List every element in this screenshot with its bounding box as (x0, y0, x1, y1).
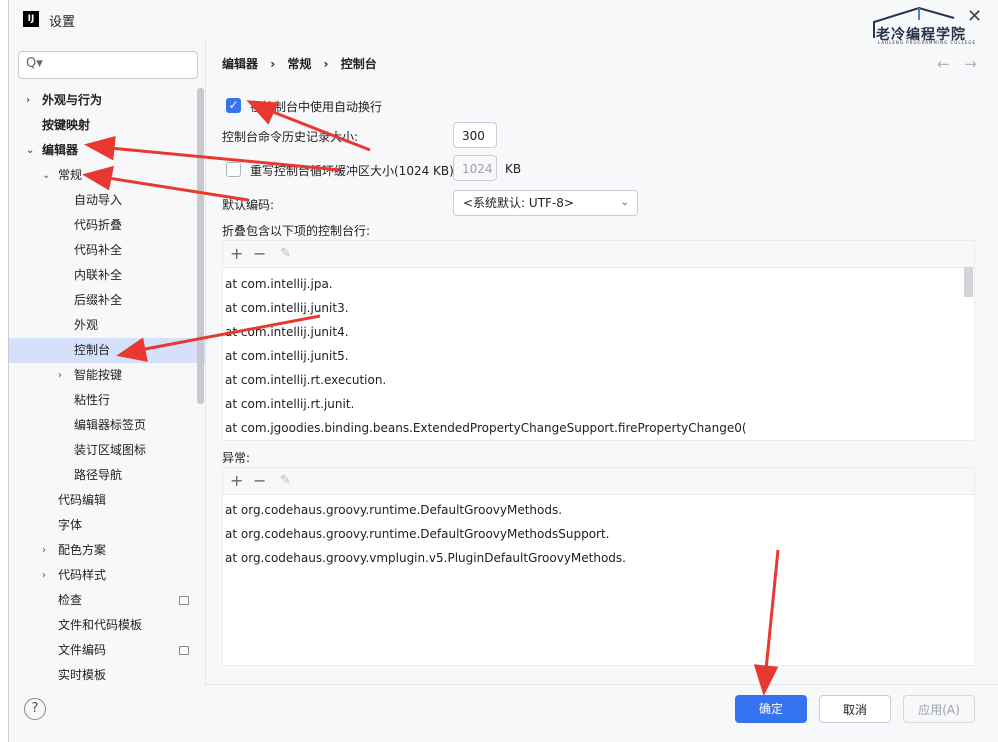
annotation-arrow (109, 146, 341, 172)
annotation-arrowhead (116, 337, 148, 362)
annotation-arrows (82, 100, 780, 697)
annotation-arrowhead (753, 664, 779, 697)
annotation-arrowhead (83, 135, 116, 161)
annotation-arrow (764, 549, 780, 671)
annotation-arrowhead (82, 165, 114, 191)
annotation-arrow (139, 314, 321, 352)
annotation-arrow (267, 108, 371, 152)
annotation-arrow (107, 176, 249, 202)
annotation-arrowhead (246, 100, 279, 125)
